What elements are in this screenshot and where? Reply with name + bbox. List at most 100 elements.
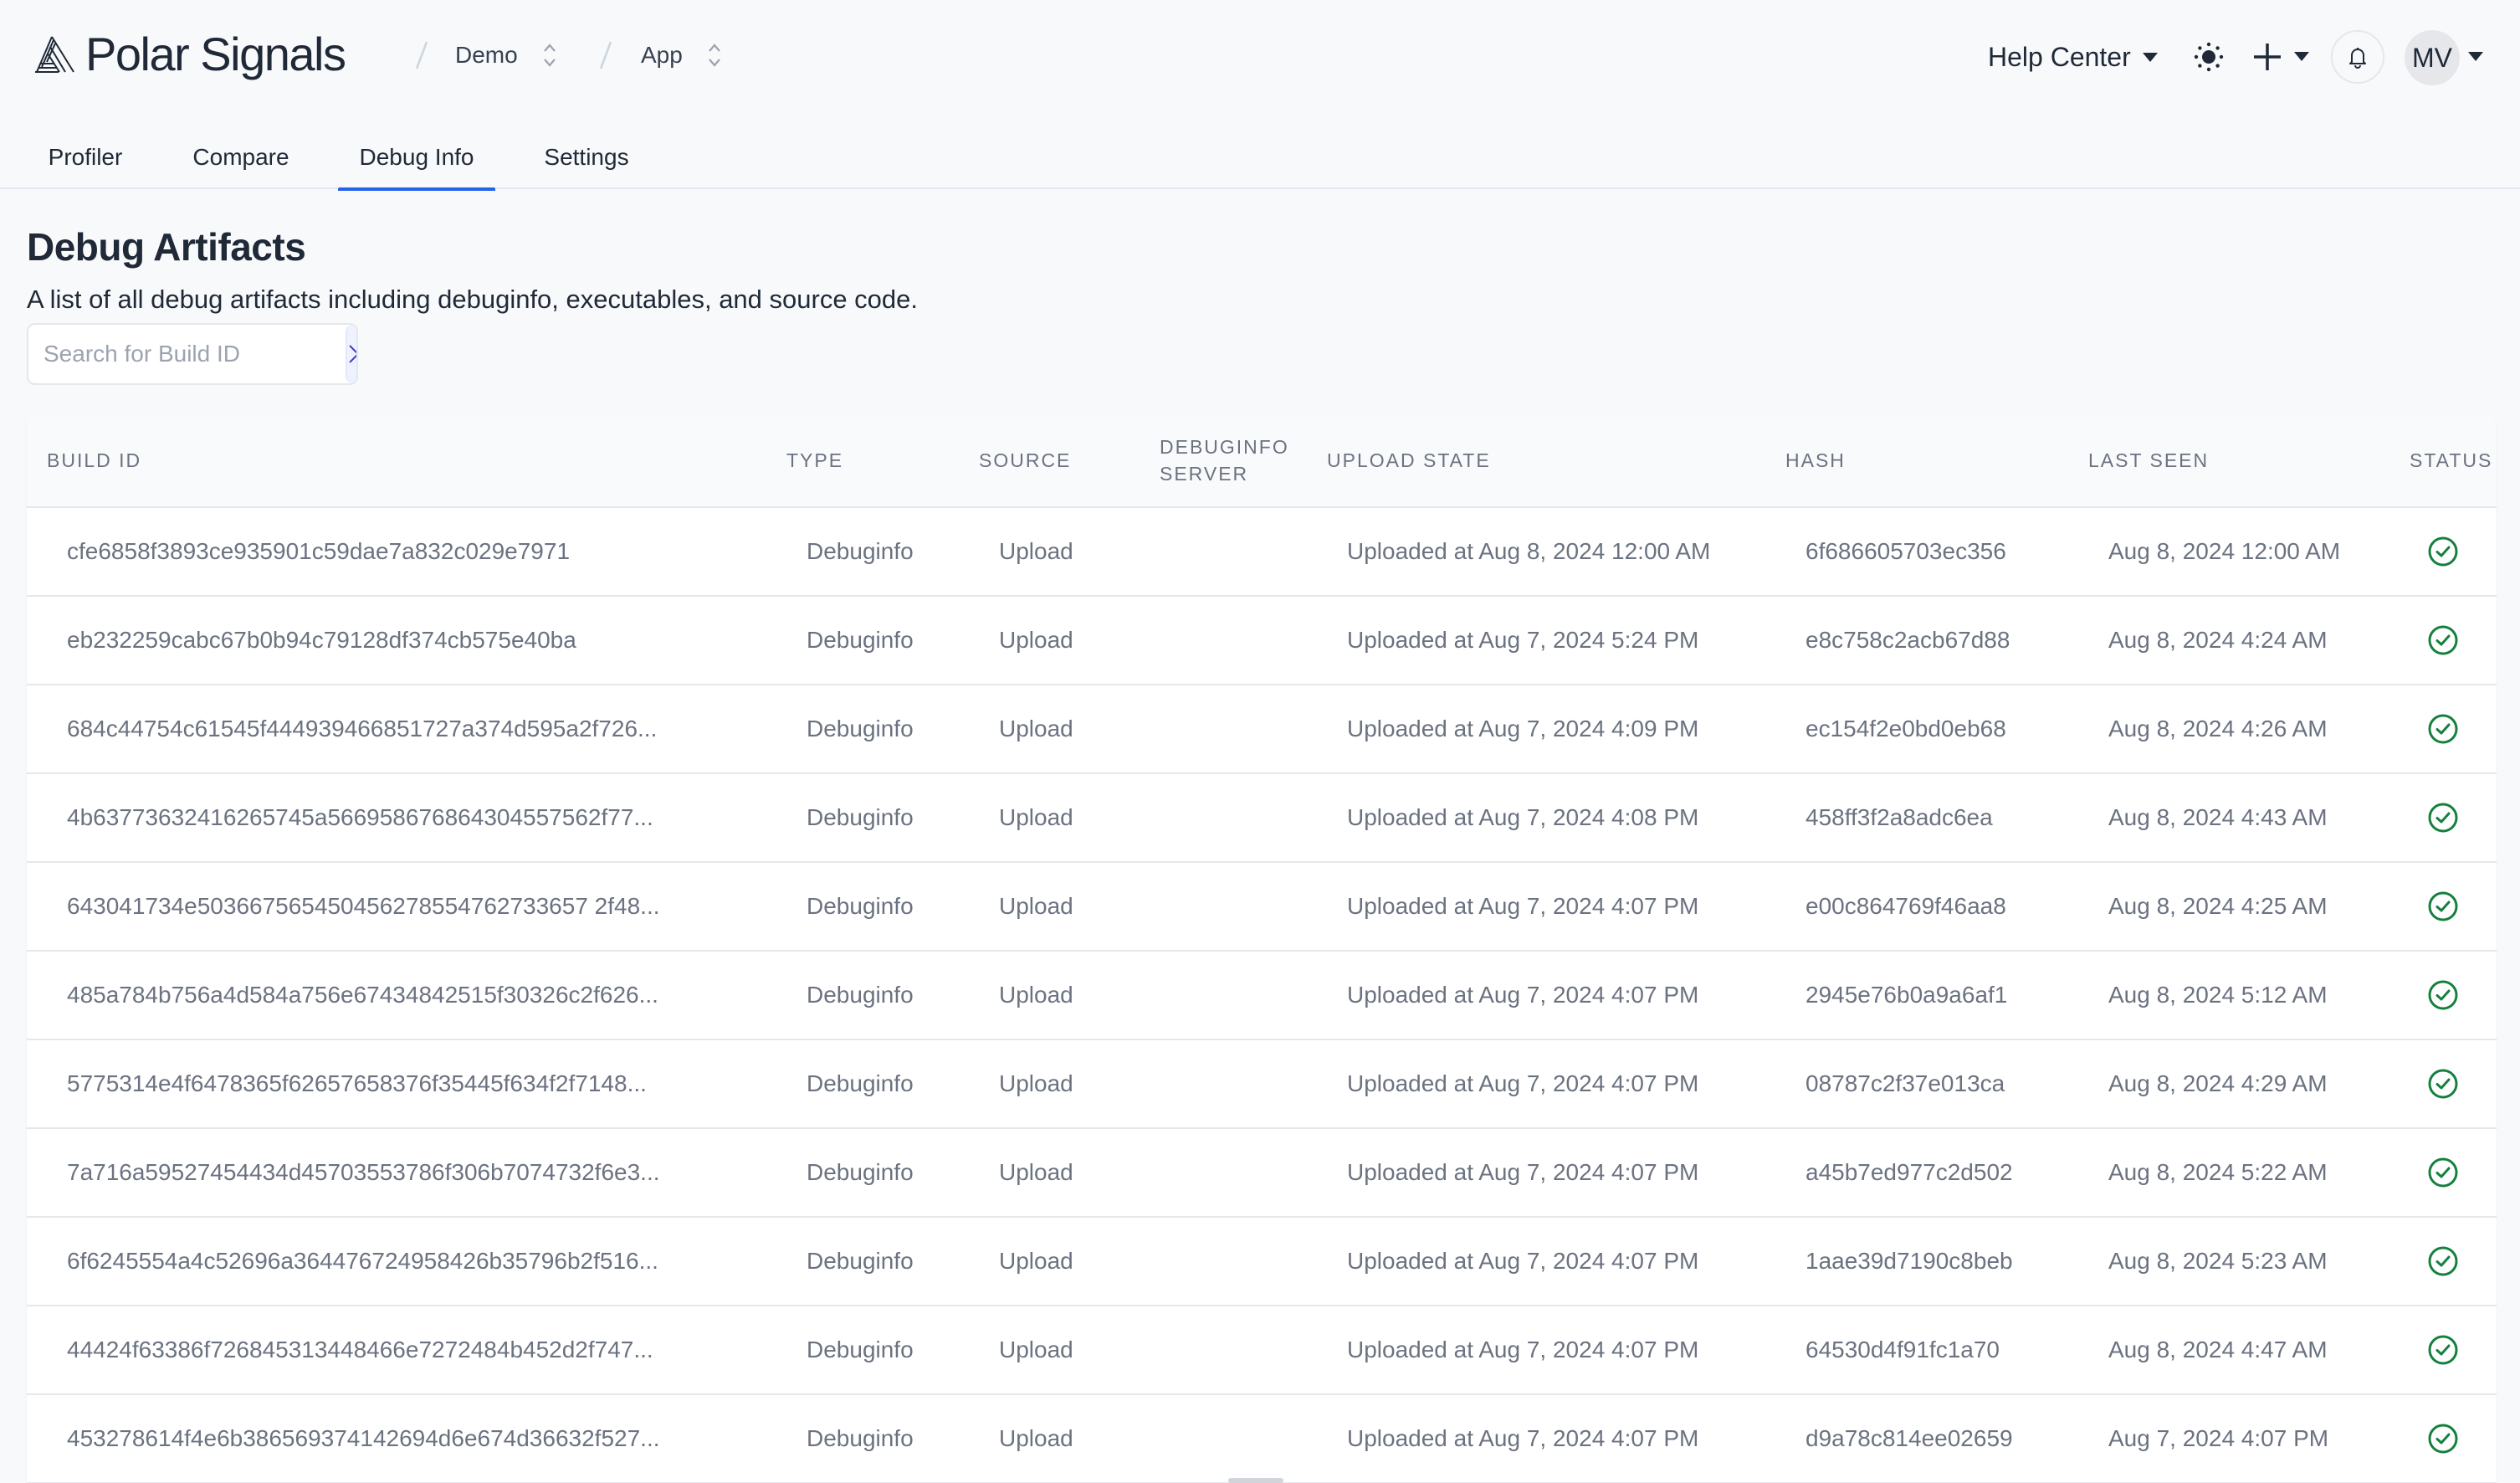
page-title: Debug Artifacts (27, 225, 306, 269)
column-header-build-id[interactable]: Build ID (27, 413, 766, 507)
page-tabs: Profiler Compare Debug Info Settings (0, 126, 2520, 191)
table-row[interactable]: 4b63773632416265745a56695867686430455756… (27, 773, 2497, 862)
tab-label: Settings (544, 144, 629, 170)
status-cell (2389, 685, 2497, 773)
table-row[interactable]: 7a716a59527454434d45703553786f306b707473… (27, 1128, 2497, 1217)
type-cell: Debuginfo (807, 1337, 914, 1362)
tab-label: Compare (192, 144, 289, 170)
build-id-cell[interactable]: eb232259cabc67b0b94c79128df374cb575e40ba (27, 596, 766, 685)
table-row[interactable]: 6f6245554a4c52696a364476724958426b35796b… (27, 1217, 2497, 1306)
hash-cell: a45b7ed977c2d502 (1805, 1159, 2013, 1185)
build-id-cell[interactable]: 643041734e503667565450456278554762733657… (27, 862, 766, 951)
debuginfo-server-cell (1140, 1394, 1307, 1483)
help-center-label: Help Center (1988, 41, 2131, 72)
check-circle-icon (2428, 714, 2458, 744)
debug-artifacts-table: Build ID Type Source Debuginfo Server Up… (27, 413, 2497, 1483)
hash-cell: e00c864769f46aa8 (1805, 893, 2006, 919)
sun-icon[interactable] (2194, 42, 2224, 72)
hash-cell: ec154f2e0bd0eb68 (1805, 716, 2006, 742)
hash-cell: d9a78c814ee02659 (1805, 1425, 2013, 1451)
build-id-cell[interactable]: 7a716a59527454434d45703553786f306b707473… (27, 1128, 766, 1217)
breadcrumb-project-label: Demo (455, 42, 518, 68)
source-cell: Upload (999, 1070, 1073, 1096)
debuginfo-server-cell (1140, 685, 1307, 773)
upload-state-cell: Uploaded at Aug 7, 2024 4:07 PM (1347, 982, 1699, 1008)
build-id-cell[interactable]: 485a784b756a4d584a756e67434842515f30326c… (27, 951, 766, 1039)
bell-icon (2349, 48, 2366, 69)
last-seen-cell: Aug 8, 2024 12:00 AM (2108, 538, 2341, 564)
build-id-cell[interactable]: 44424f63386f726845313448466e7272484b452d… (27, 1306, 766, 1394)
tab-label: Profiler (48, 144, 123, 170)
build-id-cell[interactable]: 684c44754c61545f444939466851727a374d595a… (27, 685, 766, 773)
avatar-initials: MV (2412, 42, 2452, 73)
column-header-debuginfo-server[interactable]: Debuginfo Server (1140, 413, 1307, 507)
build-id-cell[interactable]: cfe6858f3893ce935901c59dae7a832c029e7971 (27, 507, 766, 596)
column-header-last-seen[interactable]: Last Seen (2068, 413, 2389, 507)
check-circle-icon (2428, 980, 2458, 1010)
notifications-button[interactable] (2331, 30, 2384, 84)
tab-label: Debug Info (359, 144, 474, 170)
status-cell (2389, 1128, 2497, 1217)
check-circle-icon (2428, 1157, 2458, 1188)
source-cell: Upload (999, 716, 1073, 742)
breadcrumb-app-selector[interactable]: App (641, 37, 723, 74)
page-description: A list of all debug artifacts including … (27, 285, 919, 314)
build-id-cell[interactable]: 5775314e4f6478365f62657658376f35445f634f… (27, 1039, 766, 1128)
column-header-source[interactable]: Source (959, 413, 1140, 507)
table-row[interactable]: 684c44754c61545f444939466851727a374d595a… (27, 685, 2497, 773)
upload-state-cell: Uploaded at Aug 7, 2024 5:24 PM (1347, 627, 1699, 653)
last-seen-cell: Aug 8, 2024 5:22 AM (2108, 1159, 2328, 1185)
scrollbar-handle[interactable] (1228, 1478, 1283, 1483)
table-row[interactable]: eb232259cabc67b0b94c79128df374cb575e40ba… (27, 596, 2497, 685)
user-menu-caret-icon[interactable] (2468, 52, 2483, 61)
build-id-search-input[interactable] (28, 325, 346, 383)
build-id-search (27, 323, 358, 385)
help-center-menu[interactable]: Help Center (1988, 38, 2158, 75)
check-circle-icon (2428, 536, 2458, 567)
search-submit-button[interactable] (346, 325, 356, 383)
hash-cell: 2945e76b0a9a6af1 (1805, 982, 2008, 1008)
type-cell: Debuginfo (807, 1159, 914, 1185)
plus-icon[interactable] (2251, 40, 2284, 74)
last-seen-cell: Aug 8, 2024 4:24 AM (2108, 627, 2328, 653)
check-circle-icon (2428, 1424, 2458, 1454)
breadcrumb-app-label: App (641, 42, 683, 68)
brand-logo[interactable]: Polar Signals (33, 28, 346, 80)
upload-state-cell: Uploaded at Aug 7, 2024 4:07 PM (1347, 1159, 1699, 1185)
last-seen-cell: Aug 8, 2024 5:23 AM (2108, 1248, 2328, 1274)
table-row[interactable]: 643041734e503667565450456278554762733657… (27, 862, 2497, 951)
tab-debug-info[interactable]: Debug Info (338, 137, 495, 191)
hash-cell: e8c758c2acb67d88 (1805, 627, 2010, 653)
build-id-cell[interactable]: 453278614f4e6b386569374142694d6e674d3663… (27, 1394, 766, 1483)
table-row[interactable]: cfe6858f3893ce935901c59dae7a832c029e7971… (27, 507, 2497, 596)
tab-compare[interactable]: Compare (176, 137, 306, 189)
type-cell: Debuginfo (807, 804, 914, 830)
check-circle-icon (2428, 803, 2458, 833)
brand-name: Polar Signals (85, 28, 346, 80)
user-avatar[interactable]: MV (2405, 30, 2460, 85)
column-header-upload-state[interactable]: Upload State (1307, 413, 1765, 507)
build-id-cell[interactable]: 6f6245554a4c52696a364476724958426b35796b… (27, 1217, 766, 1306)
tab-settings[interactable]: Settings (527, 137, 646, 189)
status-cell (2389, 507, 2497, 596)
build-id-cell[interactable]: 4b63773632416265745a56695867686430455756… (27, 773, 766, 862)
source-cell: Upload (999, 538, 1073, 564)
debuginfo-server-cell (1140, 1306, 1307, 1394)
last-seen-cell: Aug 8, 2024 5:12 AM (2108, 982, 2328, 1008)
table-row[interactable]: 485a784b756a4d584a756e67434842515f30326c… (27, 951, 2497, 1039)
last-seen-cell: Aug 8, 2024 4:25 AM (2108, 893, 2328, 919)
column-header-status[interactable]: Status (2389, 413, 2497, 507)
type-cell: Debuginfo (807, 982, 914, 1008)
add-menu-caret-icon[interactable] (2294, 52, 2309, 61)
column-header-type[interactable]: Type (766, 413, 959, 507)
column-header-hash[interactable]: Hash (1765, 413, 2068, 507)
table-row[interactable]: 44424f63386f726845313448466e7272484b452d… (27, 1306, 2497, 1394)
table-row[interactable]: 453278614f4e6b386569374142694d6e674d3663… (27, 1394, 2497, 1483)
table-row[interactable]: 5775314e4f6478365f62657658376f35445f634f… (27, 1039, 2497, 1128)
tab-profiler[interactable]: Profiler (25, 137, 146, 189)
breadcrumb-project-selector[interactable]: Demo (455, 37, 558, 74)
source-cell: Upload (999, 804, 1073, 830)
source-cell: Upload (999, 627, 1073, 653)
check-circle-icon (2428, 1335, 2458, 1365)
top-navigation-bar: Polar Signals Demo App Help Center MV (0, 0, 2520, 112)
